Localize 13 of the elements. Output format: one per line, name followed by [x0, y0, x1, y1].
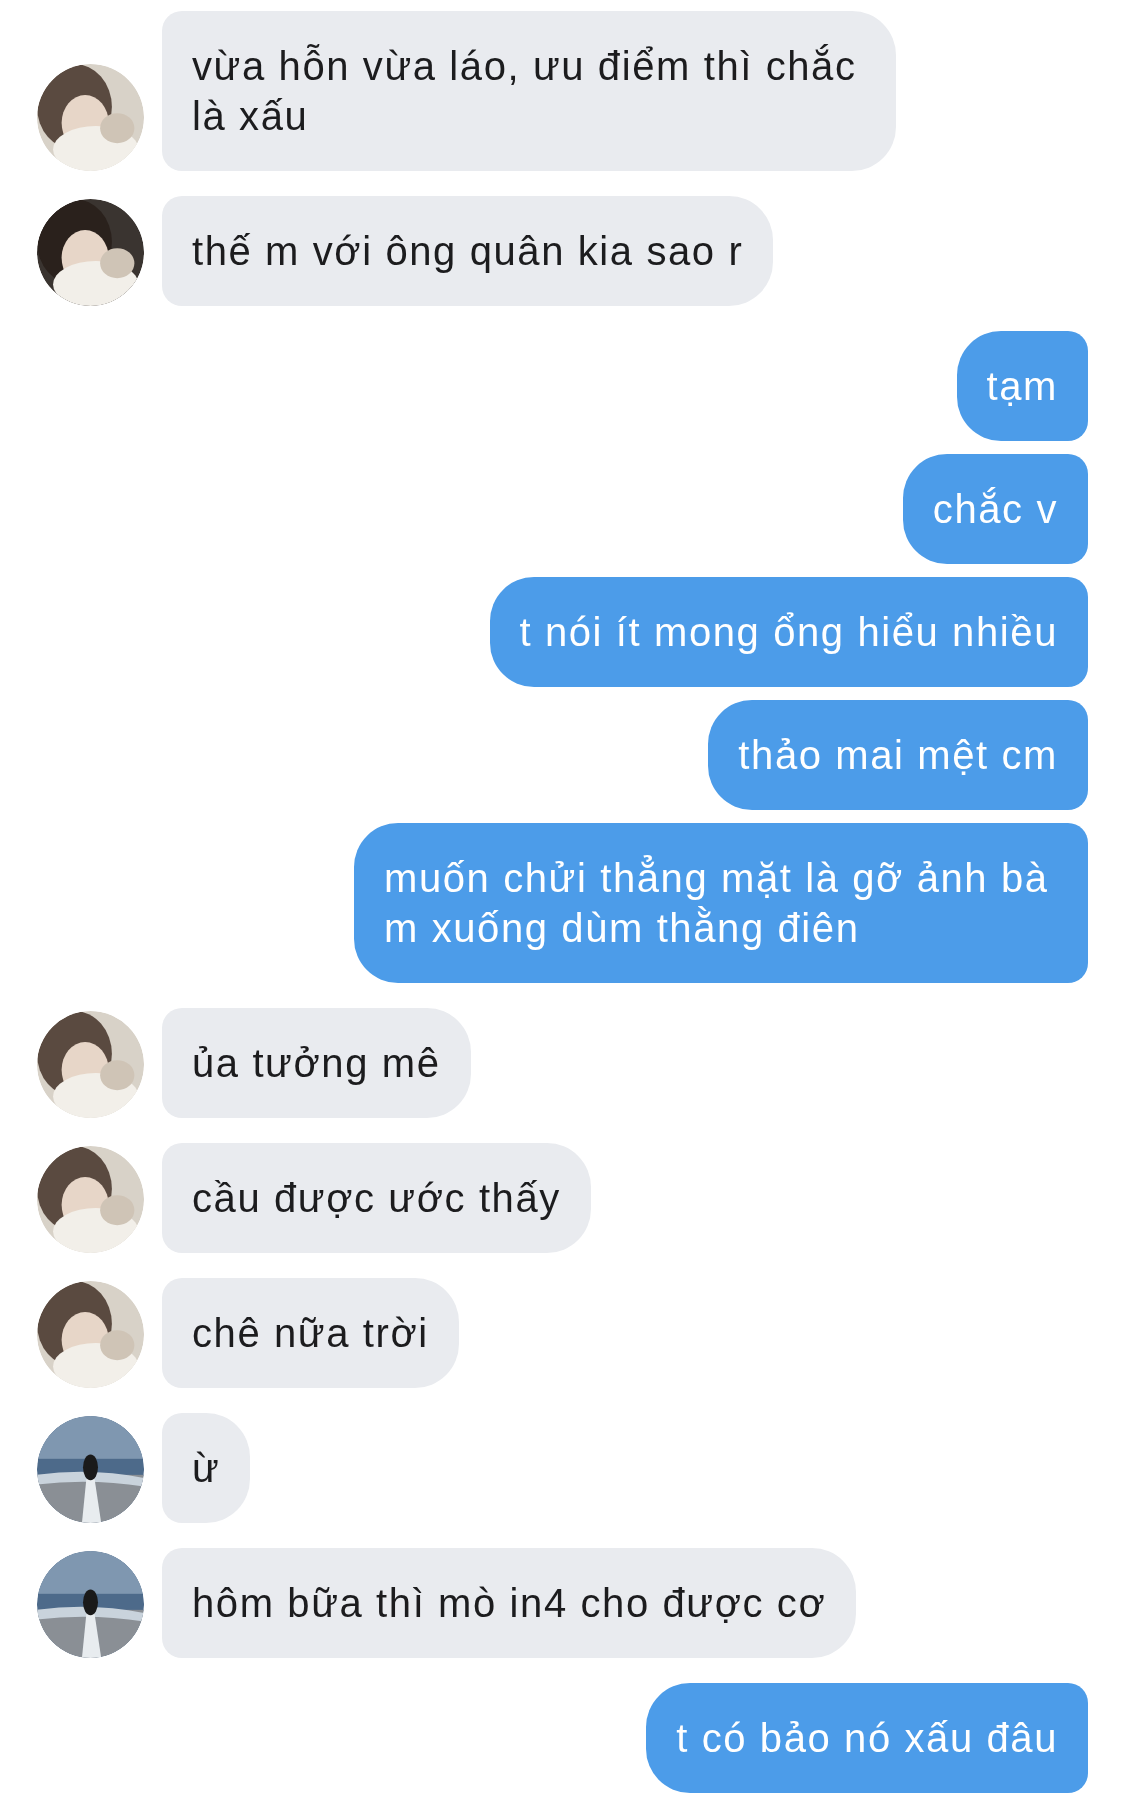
received-message: vừa hỗn vừa láo, ưu điểm thì chắc là xấu [162, 11, 896, 171]
sent-message: muốn chửi thẳng mặt là gỡ ảnh bà m xuống dùm thằng điên [354, 823, 1088, 983]
received-message: cầu được ước thấy [162, 1143, 591, 1253]
received-message: ừ [162, 1413, 251, 1523]
sent-message: tạm [956, 331, 1088, 441]
received-message: thế m với ông quân kia sao r [162, 196, 774, 306]
received-message: chê nữa trời [162, 1278, 459, 1388]
sent-message: t có bảo nó xấu đâu [646, 1683, 1088, 1793]
received-message: hôm bữa thì mò in4 cho được cơ [162, 1548, 857, 1658]
sent-message: t nói ít mong ổng hiểu nhiều [489, 577, 1088, 687]
sent-message: thảo mai mệt cm [708, 700, 1088, 810]
received-message: ủa tưởng mê [162, 1008, 471, 1118]
sent-message: chắc v [902, 454, 1088, 564]
